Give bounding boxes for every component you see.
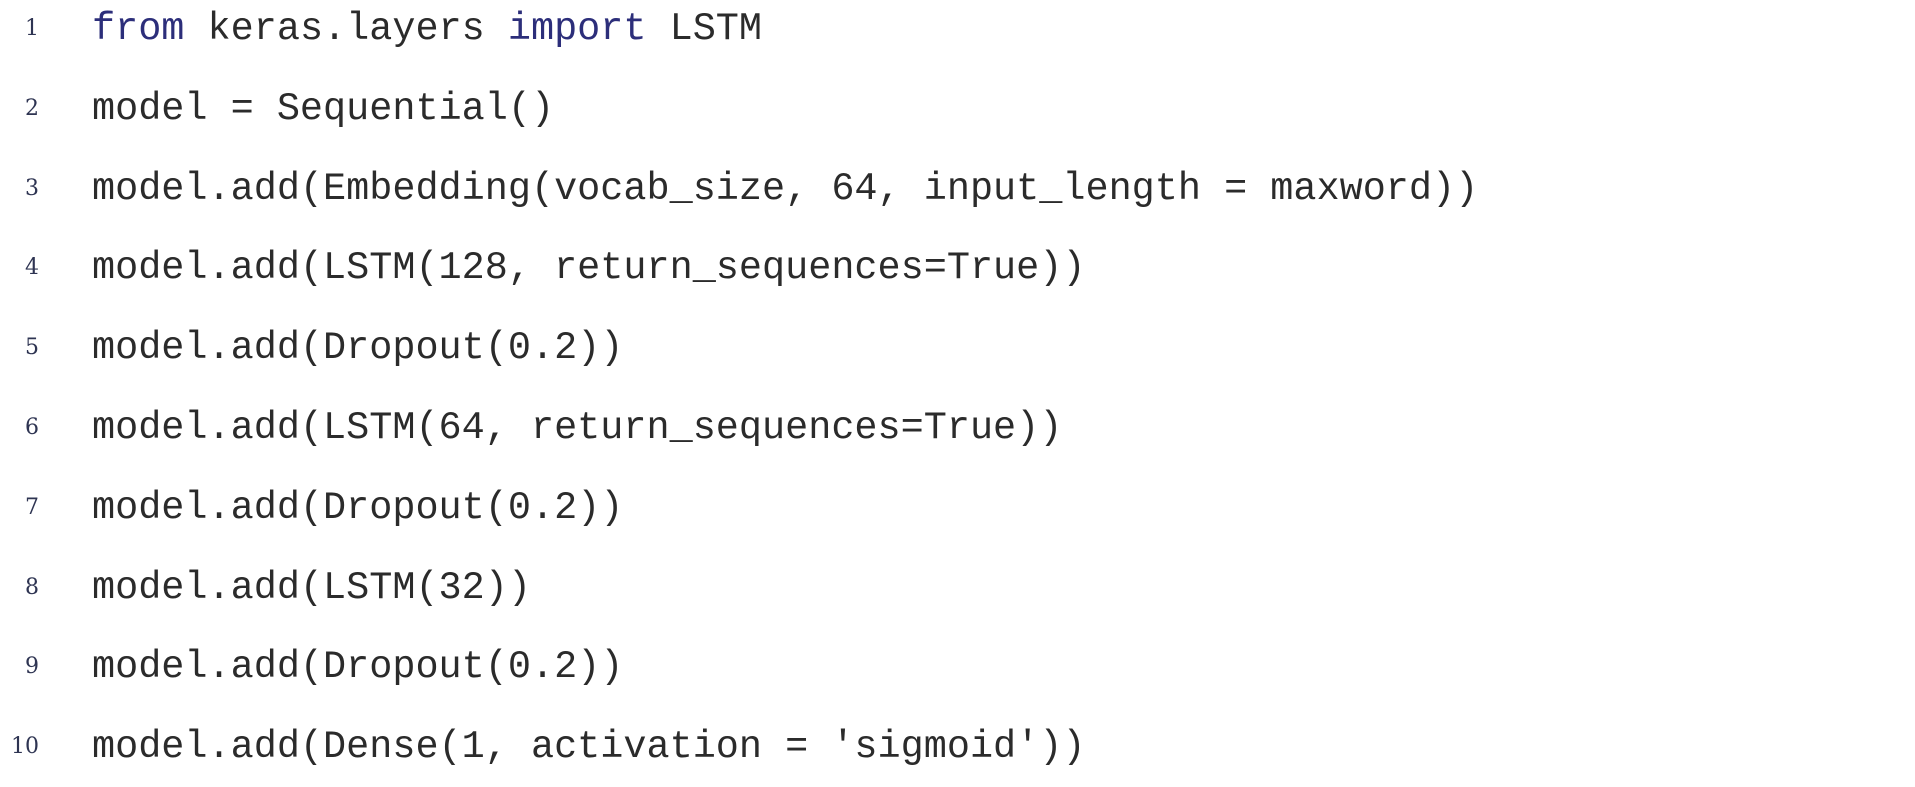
code-token: model.add(LSTM(32)) [92, 565, 531, 610]
code-token: model.add(Embedding(vocab_size, 64, inpu… [92, 166, 1479, 211]
code-line: 7 model.add(Dropout(0.2)) [0, 468, 1915, 548]
code-line: 5 model.add(Dropout(0.2)) [0, 308, 1915, 388]
code-line: 3 model.add(Embedding(vocab_size, 64, inp… [0, 149, 1915, 229]
code-text: model.add(LSTM(32)) [92, 548, 531, 628]
line-number: 7 [25, 494, 39, 520]
code-token: model.add(LSTM(64, return_sequences=True… [92, 406, 1063, 450]
code-text: model.add(Dropout(0.2)) [92, 308, 623, 388]
code-token: model = Sequential() [92, 86, 555, 131]
code-text: model = Sequential() [92, 69, 554, 149]
line-number: 1 [25, 16, 39, 41]
code-text: model.add(Dropout(0.2)) [92, 468, 623, 548]
code-token: model.add(Dropout(0.2)) [92, 326, 624, 371]
code-token: model.add(LSTM(128, return_sequences=Tru… [92, 246, 1086, 291]
line-number: 3 [25, 175, 39, 201]
code-text: model.add(LSTM(128, return_sequences=Tru… [92, 228, 1085, 308]
code-line: 9 model.add(Dropout(0.2)) [0, 627, 1915, 707]
code-token: LSTM [646, 7, 763, 51]
code-token: keras.layers [184, 7, 508, 51]
code-token: model.add(Dense(1, activation = 'sigmoid… [92, 725, 1086, 770]
code-token: model.add(Dropout(0.2)) [92, 645, 624, 690]
code-line: 8 model.add(LSTM(32)) [0, 548, 1915, 628]
code-line: 2 model = Sequential() [0, 69, 1915, 149]
line-number: 2 [25, 95, 39, 121]
code-text: from keras.layers import LSTM [92, 0, 762, 69]
line-number: 10 [11, 734, 39, 760]
line-number: 9 [25, 654, 39, 680]
code-line: 4 model.add(LSTM(128, return_sequences=Tr… [0, 228, 1915, 308]
code-text: model.add(Dense(1, activation = 'sigmoid… [92, 707, 1085, 787]
code-line: 10 model.add(Dense(1, activation = 'sigmo… [0, 707, 1915, 787]
code-listing: 1 from keras.layers import LSTM 2 model = S… [0, 0, 1915, 786]
line-number: 6 [25, 415, 39, 440]
line-number: 8 [25, 574, 39, 600]
line-number: 4 [25, 255, 39, 281]
code-line: 6 model.add(LSTM(64, return_sequences=Tru… [0, 388, 1915, 468]
code-text: model.add(Embedding(vocab_size, 64, inpu… [92, 149, 1478, 229]
keyword-token: from [92, 7, 185, 51]
code-line: 1 from keras.layers import LSTM [0, 0, 1915, 69]
code-text: model.add(LSTM(64, return_sequences=True… [92, 388, 1062, 468]
line-number: 5 [25, 335, 39, 361]
keyword-token: import [507, 7, 647, 51]
code-text: model.add(Dropout(0.2)) [92, 627, 623, 707]
code-token: model.add(Dropout(0.2)) [92, 485, 624, 530]
